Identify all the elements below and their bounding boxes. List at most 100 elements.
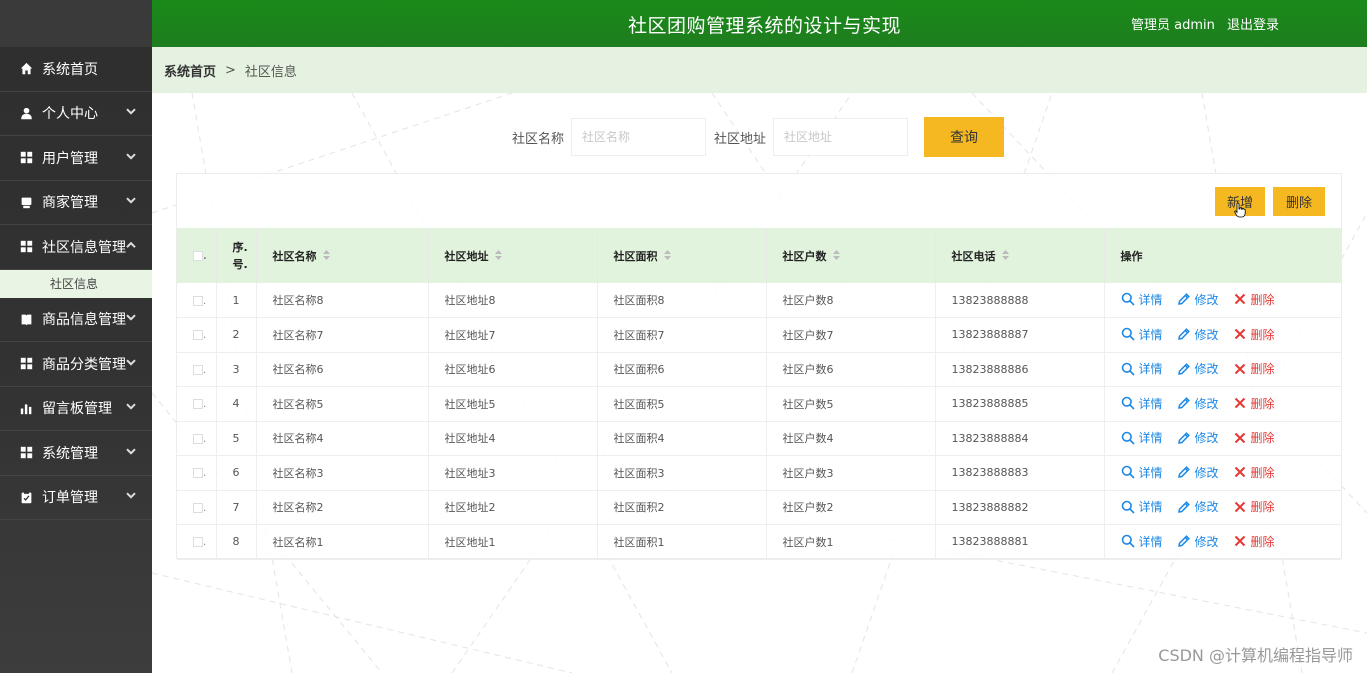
community-name-input[interactable]	[571, 118, 707, 156]
sidebar-item-label: 商品信息管理	[42, 312, 126, 329]
delete-button[interactable]: 删除	[1233, 464, 1275, 481]
cell-actions: 详情 修改 删除	[1104, 456, 1341, 491]
table-row: . 3 社区名称6 社区地址6 社区面积6 社区户数6 13823888886 详情 修改 删除	[177, 352, 1341, 387]
community-table: . 序. 号. 社区名称 社区地址 社区面积 社区户数 社区电话 操作 . 1 社区名…	[177, 228, 1341, 560]
cell-area: 社区面积5	[597, 386, 767, 421]
column-header-households[interactable]: 社区户数	[766, 228, 936, 283]
breadcrumb-separator: >	[225, 62, 236, 78]
sidebar-item-personal-center[interactable]: 个人中心	[0, 92, 152, 136]
detail-button[interactable]: 详情	[1121, 429, 1163, 446]
cell-area: 社区面积6	[597, 352, 767, 387]
cell-households: 社区户数7	[766, 317, 936, 352]
column-header-area[interactable]: 社区面积	[597, 228, 767, 283]
sort-icon[interactable]	[322, 250, 330, 263]
chevron-down-icon	[126, 444, 136, 460]
table-row: . 6 社区名称3 社区地址3 社区面积3 社区户数3 13823888883 详情 修改 删除	[177, 455, 1341, 491]
delete-button[interactable]: 删除	[1233, 360, 1275, 377]
sidebar-subitem-community-info[interactable]: 社区信息	[0, 269, 152, 298]
edit-button[interactable]: 修改	[1177, 326, 1219, 343]
close-icon	[1233, 465, 1251, 479]
detail-button[interactable]: 详情	[1121, 360, 1163, 377]
pencil-icon	[1177, 292, 1195, 306]
chevron-up-icon	[126, 238, 136, 254]
sidebar-item-order-management[interactable]: 订单管理	[0, 476, 152, 520]
sidebar-item-community-info-management[interactable]: 社区信息管理	[0, 225, 152, 270]
cell-actions: 详情 修改 删除	[1104, 318, 1341, 353]
sort-icon[interactable]	[494, 250, 502, 263]
sidebar-item-product-category-management[interactable]: 商品分类管理	[0, 342, 152, 387]
edit-button[interactable]: 修改	[1177, 533, 1219, 550]
row-checkbox[interactable]	[193, 537, 203, 548]
search-icon	[1121, 396, 1139, 410]
community-address-label: 社区地址	[714, 131, 767, 147]
sort-icon[interactable]	[663, 250, 671, 263]
detail-button[interactable]: 详情	[1121, 464, 1163, 481]
sort-icon[interactable]	[832, 250, 840, 263]
row-checkbox[interactable]	[193, 502, 203, 513]
edit-button[interactable]: 修改	[1177, 291, 1219, 308]
search-icon	[1121, 327, 1139, 341]
delete-button[interactable]: 删除	[1233, 291, 1275, 308]
delete-button[interactable]: 删除	[1233, 429, 1275, 446]
select-all-cell: .	[177, 228, 217, 283]
sidebar-item-home[interactable]: 系统首页	[0, 47, 152, 92]
table-row: . 2 社区名称7 社区地址7 社区面积7 社区户数7 13823888887 详情 修改 删除	[177, 317, 1341, 353]
select-all-checkbox[interactable]	[193, 251, 203, 261]
cell-name: 社区名称6	[256, 352, 429, 387]
detail-button[interactable]: 详情	[1121, 395, 1163, 412]
sidebar-item-system-management[interactable]: 系统管理	[0, 431, 152, 476]
column-header-name[interactable]: 社区名称	[256, 228, 429, 283]
cell-phone: 13823888887	[935, 317, 1105, 352]
edit-button[interactable]: 修改	[1177, 360, 1219, 377]
column-header-address[interactable]: 社区地址	[428, 228, 598, 283]
sidebar-item-label: 用户管理	[42, 150, 98, 167]
query-button[interactable]: 查询	[924, 117, 1005, 157]
edit-button[interactable]: 修改	[1177, 395, 1219, 412]
sidebar-item-label: 商家管理	[42, 195, 98, 212]
cell-phone: 13823888885	[935, 386, 1105, 421]
detail-button[interactable]: 详情	[1121, 533, 1163, 550]
cell-name: 社区名称1	[256, 524, 429, 559]
pencil-icon	[1177, 396, 1195, 410]
column-header-phone[interactable]: 社区电话	[935, 228, 1105, 283]
sidebar-item-user-management[interactable]: 用户管理	[0, 136, 152, 181]
row-checkbox[interactable]	[193, 364, 203, 375]
row-checkbox[interactable]	[193, 399, 203, 410]
breadcrumb: 系统首页 > 社区信息	[152, 47, 1367, 93]
row-select-cell: .	[177, 283, 217, 318]
row-checkbox[interactable]	[193, 468, 203, 479]
edit-button[interactable]: 修改	[1177, 464, 1219, 481]
row-checkbox[interactable]	[193, 433, 203, 444]
table-row: . 1 社区名称8 社区地址8 社区面积8 社区户数8 13823888888 详情 修改 删除	[177, 283, 1341, 318]
cell-households: 社区户数3	[766, 455, 936, 490]
sort-icon[interactable]	[1001, 250, 1009, 263]
detail-button[interactable]: 详情	[1121, 291, 1163, 308]
sidebar-item-merchant-management[interactable]: 商家管理	[0, 181, 152, 225]
chevron-down-icon	[126, 355, 136, 371]
cell-phone: 13823888886	[935, 352, 1105, 387]
cell-address: 社区地址1	[428, 524, 598, 559]
edit-button[interactable]: 修改	[1177, 429, 1219, 446]
row-checkbox[interactable]	[193, 330, 203, 341]
delete-button[interactable]: 删除	[1233, 498, 1275, 515]
community-address-input[interactable]	[773, 118, 909, 156]
cell-area: 社区面积4	[597, 421, 767, 456]
breadcrumb-home[interactable]: 系统首页	[164, 61, 216, 80]
sidebar-item-message-board-management[interactable]: 留言板管理	[0, 387, 152, 431]
batch-delete-button[interactable]: 删除	[1273, 187, 1325, 216]
delete-button[interactable]: 删除	[1233, 326, 1275, 343]
cell-index: 3	[216, 352, 257, 387]
detail-button[interactable]: 详情	[1121, 326, 1163, 343]
row-checkbox[interactable]	[193, 295, 203, 306]
delete-button[interactable]: 删除	[1233, 533, 1275, 550]
logout-link[interactable]: 退出登录	[1227, 18, 1279, 33]
detail-button[interactable]: 详情	[1121, 498, 1163, 515]
cell-households: 社区户数5	[766, 386, 936, 421]
cell-actions: 详情 修改 删除	[1104, 525, 1341, 560]
delete-button[interactable]: 删除	[1233, 395, 1275, 412]
sidebar-item-product-info-management[interactable]: 商品信息管理	[0, 298, 152, 342]
edit-button[interactable]: 修改	[1177, 498, 1219, 515]
user-icon	[18, 105, 34, 121]
pencil-icon	[1177, 431, 1195, 445]
sidebar-item-label: 商品分类管理	[42, 356, 126, 373]
